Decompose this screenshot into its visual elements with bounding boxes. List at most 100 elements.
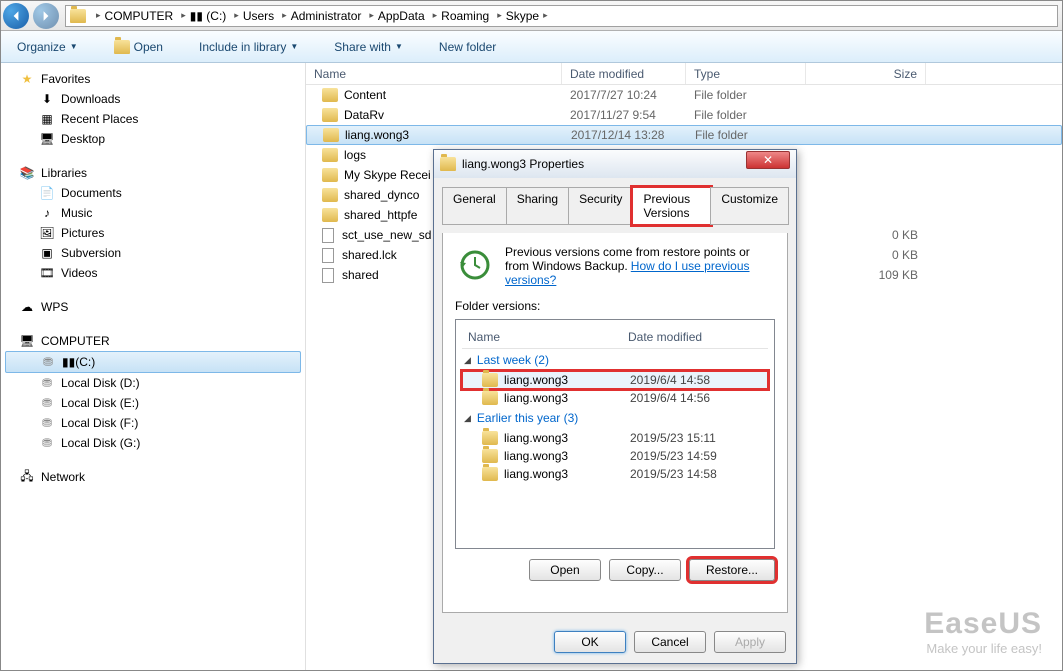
- tab-security[interactable]: Security: [568, 187, 633, 225]
- computer-icon: 🖥: [19, 333, 35, 349]
- sidebar-favorites[interactable]: ★Favorites: [1, 69, 305, 89]
- file-name: logs: [344, 148, 366, 162]
- recent-icon: ▦: [39, 111, 55, 127]
- sidebar-item-drive-d[interactable]: ⛃Local Disk (D:): [1, 373, 305, 393]
- sidebar-item-drive-f[interactable]: ⛃Local Disk (F:): [1, 413, 305, 433]
- sidebar: ★Favorites ⬇Downloads ▦Recent Places 🖥De…: [1, 63, 306, 670]
- crumb-item[interactable]: ▸AppData: [363, 9, 426, 23]
- folder-icon: [322, 188, 338, 202]
- version-date: 2019/6/4 14:56: [630, 391, 710, 405]
- version-group[interactable]: ◢Last week (2): [462, 349, 768, 371]
- version-item[interactable]: liang.wong32019/6/4 14:58: [462, 371, 768, 389]
- copy-version-button[interactable]: Copy...: [609, 559, 681, 581]
- collapse-icon: ◢: [464, 355, 471, 366]
- collapse-icon: ◢: [464, 413, 471, 424]
- open-button[interactable]: Open: [106, 36, 171, 58]
- sidebar-wps[interactable]: ☁WPS: [1, 297, 305, 317]
- version-item[interactable]: liang.wong32019/5/23 14:59: [462, 447, 768, 465]
- col-name[interactable]: Name: [306, 63, 562, 84]
- sidebar-libraries[interactable]: 📚Libraries: [1, 163, 305, 183]
- tab-content: Previous versions come from restore poin…: [442, 233, 788, 613]
- folder-icon: [322, 208, 338, 222]
- file-icon: [322, 228, 334, 243]
- tab-sharing[interactable]: Sharing: [506, 187, 569, 225]
- drive-icon: ⛃: [39, 395, 55, 411]
- cancel-button[interactable]: Cancel: [634, 631, 706, 653]
- crumb-item[interactable]: ▸COMPUTER: [90, 9, 175, 23]
- file-size: 0 KB: [806, 228, 926, 242]
- sidebar-item-music[interactable]: ♪Music: [1, 203, 305, 223]
- crumb-item[interactable]: ▸Roaming: [427, 9, 492, 23]
- crumb-item[interactable]: ▸Skype▸: [491, 9, 553, 23]
- documents-icon: 📄: [39, 185, 55, 201]
- folder-icon: [482, 467, 498, 481]
- versions-label: Folder versions:: [455, 299, 775, 313]
- file-row[interactable]: Content2017/7/27 10:24File folder: [306, 85, 1062, 105]
- apply-button[interactable]: Apply: [714, 631, 786, 653]
- sidebar-item-drive-e[interactable]: ⛃Local Disk (E:): [1, 393, 305, 413]
- organize-button[interactable]: Organize▼: [9, 36, 86, 58]
- tabs: General Sharing Security Previous Versio…: [442, 186, 788, 225]
- sidebar-item-downloads[interactable]: ⬇Downloads: [1, 89, 305, 109]
- versions-list[interactable]: Name Date modified ◢Last week (2)liang.w…: [455, 319, 775, 549]
- tab-previous-versions[interactable]: Previous Versions: [632, 187, 711, 225]
- folder-icon: [440, 157, 456, 171]
- include-library-button[interactable]: Include in library▼: [191, 36, 306, 58]
- sidebar-item-documents[interactable]: 📄Documents: [1, 183, 305, 203]
- file-row[interactable]: DataRv2017/11/27 9:54File folder: [306, 105, 1062, 125]
- file-type: File folder: [687, 128, 807, 142]
- ok-button[interactable]: OK: [554, 631, 626, 653]
- version-item[interactable]: liang.wong32019/5/23 14:58: [462, 465, 768, 483]
- tab-general[interactable]: General: [442, 187, 507, 225]
- nav-forward-button[interactable]: [33, 3, 59, 29]
- sidebar-item-subversion[interactable]: ▣Subversion: [1, 243, 305, 263]
- subversion-icon: ▣: [39, 245, 55, 261]
- sidebar-item-videos[interactable]: 🎞Videos: [1, 263, 305, 283]
- restore-button[interactable]: Restore...: [689, 559, 775, 581]
- sidebar-item-drive-g[interactable]: ⛃Local Disk (G:): [1, 433, 305, 453]
- new-folder-button[interactable]: New folder: [431, 36, 504, 58]
- nav-back-button[interactable]: [3, 3, 29, 29]
- version-group[interactable]: ◢Earlier this year (3): [462, 407, 768, 429]
- share-with-button[interactable]: Share with▼: [326, 36, 411, 58]
- watermark: EaseUS Make your life easy!: [924, 607, 1042, 656]
- version-name: liang.wong3: [504, 431, 568, 445]
- file-type: File folder: [686, 88, 806, 102]
- col-size[interactable]: Size: [806, 63, 926, 84]
- sidebar-network[interactable]: 🖧Network: [1, 467, 305, 487]
- close-button[interactable]: ✕: [746, 151, 790, 169]
- crumb-item[interactable]: ▸Users: [228, 9, 276, 23]
- breadcrumb[interactable]: ▸COMPUTER ▸▮▮ (C:) ▸Users ▸Administrator…: [65, 5, 1058, 27]
- crumb-item[interactable]: ▸▮▮ (C:): [175, 9, 228, 23]
- file-name: shared_httpfe: [344, 208, 417, 222]
- sidebar-item-drive-c[interactable]: ⛃▮▮ (C:): [5, 351, 301, 373]
- sidebar-item-pictures[interactable]: 🖼Pictures: [1, 223, 305, 243]
- versions-col-date[interactable]: Date modified: [628, 330, 702, 344]
- crumb-item[interactable]: ▸Administrator: [276, 9, 363, 23]
- versions-col-name[interactable]: Name: [468, 330, 628, 344]
- folder-icon: [322, 148, 338, 162]
- tab-customize[interactable]: Customize: [710, 187, 789, 225]
- file-row[interactable]: liang.wong32017/12/14 13:28File folder: [306, 125, 1062, 145]
- col-type[interactable]: Type: [686, 63, 806, 84]
- properties-dialog: liang.wong3 Properties ✕ General Sharing…: [433, 149, 797, 664]
- file-size: 109 KB: [806, 268, 926, 282]
- drive-icon: ⛃: [39, 375, 55, 391]
- music-icon: ♪: [39, 205, 55, 221]
- col-date[interactable]: Date modified: [562, 63, 686, 84]
- network-icon: 🖧: [19, 469, 35, 485]
- version-item[interactable]: liang.wong32019/6/4 14:56: [462, 389, 768, 407]
- sidebar-item-recent[interactable]: ▦Recent Places: [1, 109, 305, 129]
- sidebar-item-desktop[interactable]: 🖥Desktop: [1, 129, 305, 149]
- open-version-button[interactable]: Open: [529, 559, 601, 581]
- sidebar-computer[interactable]: 🖥COMPUTER: [1, 331, 305, 351]
- file-name: shared: [342, 268, 379, 282]
- file-name: DataRv: [344, 108, 384, 122]
- dialog-titlebar[interactable]: liang.wong3 Properties ✕: [434, 150, 796, 178]
- version-name: liang.wong3: [504, 467, 568, 481]
- folder-icon: [322, 88, 338, 102]
- version-item[interactable]: liang.wong32019/5/23 15:11: [462, 429, 768, 447]
- folder-icon: [322, 108, 338, 122]
- restore-icon: [455, 245, 495, 285]
- pictures-icon: 🖼: [39, 225, 55, 241]
